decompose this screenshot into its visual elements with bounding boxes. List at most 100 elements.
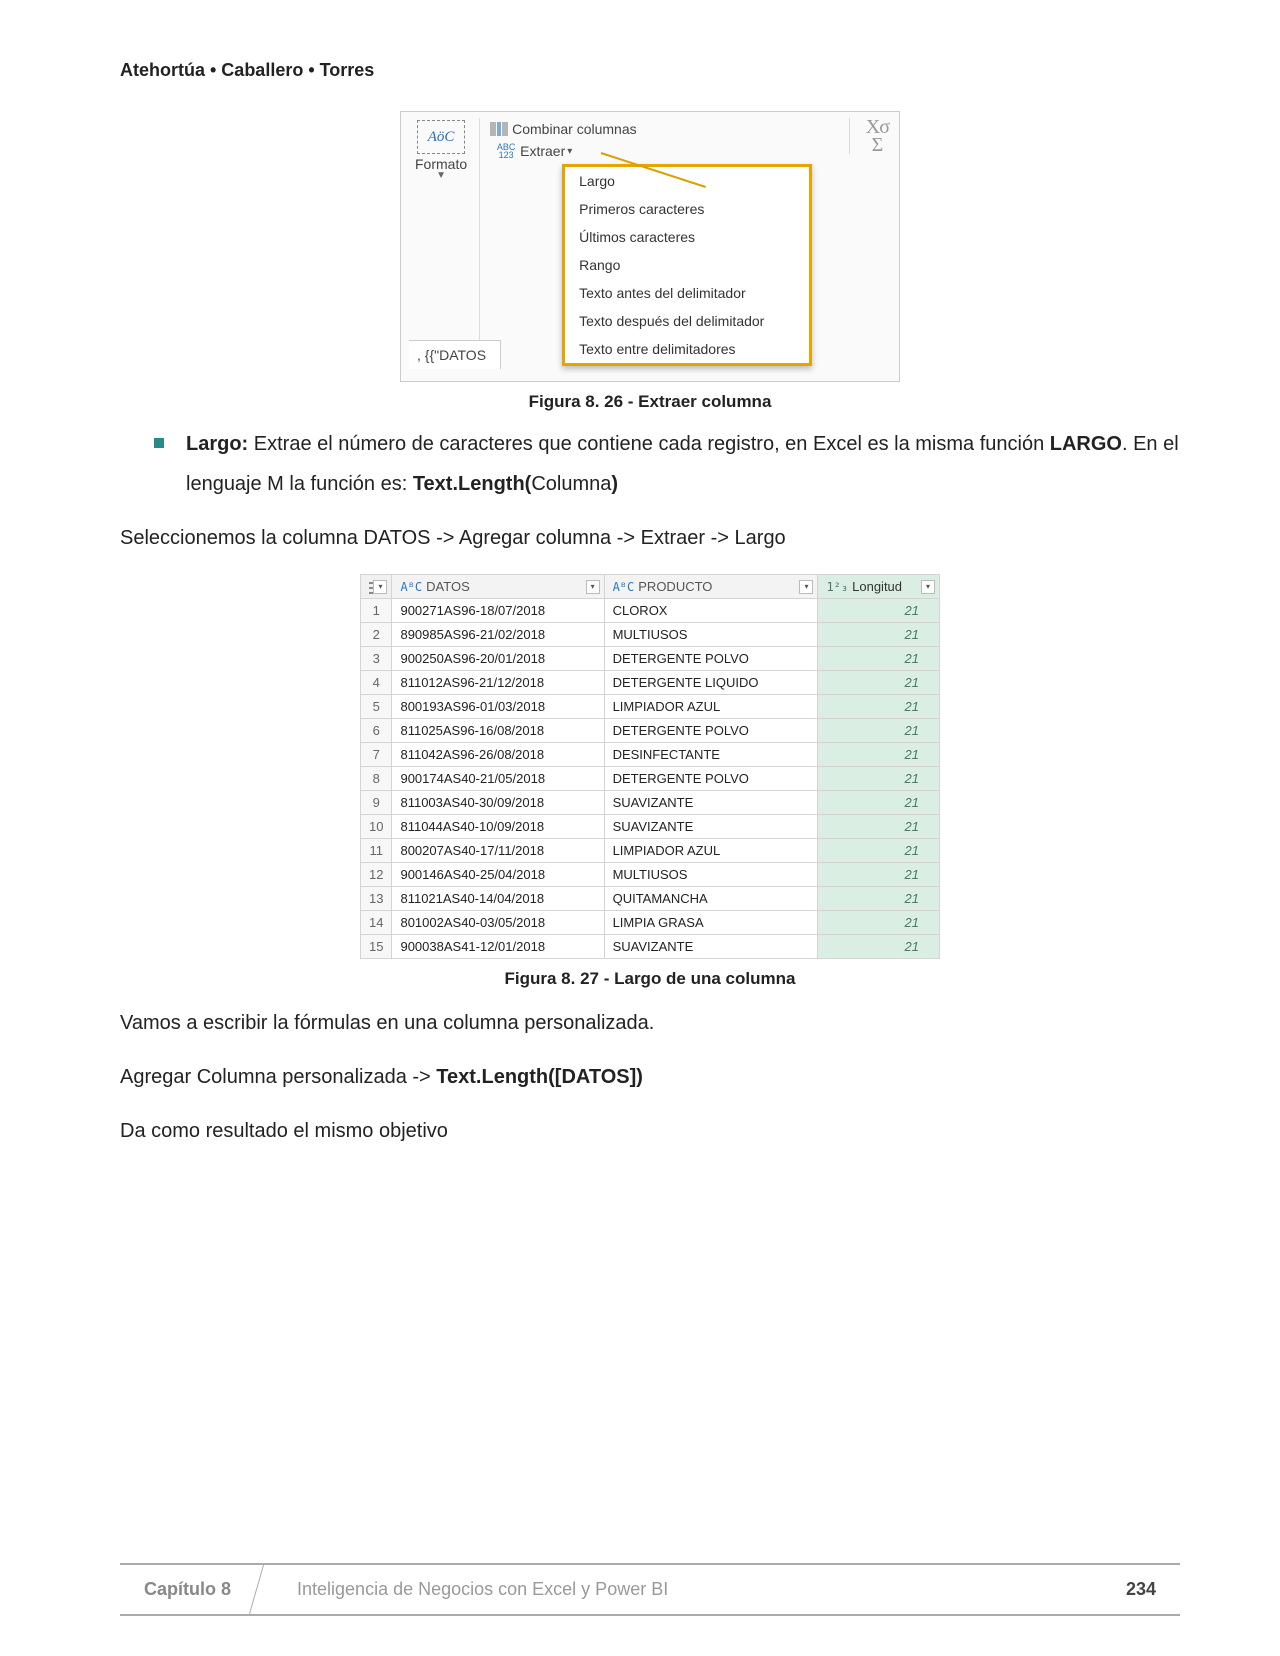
- col-header-longitud[interactable]: 1²₃Longitud ▾: [818, 575, 940, 599]
- table-row[interactable]: 6811025AS96-16/08/2018DETERGENTE POLVO21: [361, 719, 940, 743]
- cell-longitud: 21: [818, 815, 940, 839]
- extract-button[interactable]: ABC123 Extraer ▾: [490, 140, 576, 162]
- cell-datos: 890985AS96-21/02/2018: [392, 623, 604, 647]
- table-row[interactable]: 9811003AS40-30/09/2018SUAVIZANTE21: [361, 791, 940, 815]
- paragraph-select-steps: Seleccionemos la columna DATOS -> Agrega…: [120, 518, 1180, 558]
- table-row[interactable]: 13811021AS40-14/04/2018QUITAMANCHA21: [361, 887, 940, 911]
- row-index: 5: [361, 695, 392, 719]
- cell-producto: QUITAMANCHA: [604, 887, 818, 911]
- footer-title: Inteligencia de Negocios con Excel y Pow…: [297, 1579, 668, 1600]
- cell-producto: DESINFECTANTE: [604, 743, 818, 767]
- cell-datos: 900250AS96-20/01/2018: [392, 647, 604, 671]
- col-header-index[interactable]: ▾: [361, 575, 392, 599]
- cell-producto: MULTIUSOS: [604, 623, 818, 647]
- row-index: 14: [361, 911, 392, 935]
- col-header-producto[interactable]: AᴮCPRODUCTO ▾: [604, 575, 818, 599]
- table-row[interactable]: 4811012AS96-21/12/2018DETERGENTE LIQUIDO…: [361, 671, 940, 695]
- cell-producto: LIMPIADOR AZUL: [604, 695, 818, 719]
- cell-datos: 811042AS96-26/08/2018: [392, 743, 604, 767]
- cell-datos: 800207AS40-17/11/2018: [392, 839, 604, 863]
- table-row[interactable]: 11800207AS40-17/11/2018LIMPIADOR AZUL21: [361, 839, 940, 863]
- chevron-down-icon[interactable]: ▾: [586, 580, 600, 594]
- table-row[interactable]: 5800193AS96-01/03/2018LIMPIADOR AZUL21: [361, 695, 940, 719]
- extract-menu: Largo Primeros caracteres Últimos caract…: [562, 164, 812, 366]
- menu-item-after-delim[interactable]: Texto después del delimitador: [565, 307, 809, 335]
- table-row[interactable]: 3900250AS96-20/01/2018DETERGENTE POLVO21: [361, 647, 940, 671]
- cell-longitud: 21: [818, 695, 940, 719]
- menu-item-before-delim[interactable]: Texto antes del delimitador: [565, 279, 809, 307]
- type-text-icon: AᴮC: [400, 580, 422, 594]
- combine-label: Combinar columnas: [512, 121, 637, 137]
- cell-producto: DETERGENTE POLVO: [604, 647, 818, 671]
- row-index: 13: [361, 887, 392, 911]
- figure-caption-26: Figura 8. 26 - Extraer columna: [120, 392, 1180, 412]
- cell-producto: MULTIUSOS: [604, 863, 818, 887]
- row-index: 11: [361, 839, 392, 863]
- cell-longitud: 21: [818, 791, 940, 815]
- figure-caption-27: Figura 8. 27 - Largo de una columna: [120, 969, 1180, 989]
- cell-datos: 900174AS40-21/05/2018: [392, 767, 604, 791]
- cell-datos: 811003AS40-30/09/2018: [392, 791, 604, 815]
- row-index: 7: [361, 743, 392, 767]
- table-row[interactable]: 2890985AS96-21/02/2018MULTIUSOS21: [361, 623, 940, 647]
- row-index: 3: [361, 647, 392, 671]
- chevron-down-icon[interactable]: ▾: [799, 580, 813, 594]
- chevron-down-icon[interactable]: ▾: [921, 580, 935, 594]
- table-row[interactable]: 7811042AS96-26/08/2018DESINFECTANTE21: [361, 743, 940, 767]
- row-index: 9: [361, 791, 392, 815]
- cell-longitud: 21: [818, 767, 940, 791]
- cell-datos: 811044AS40-10/09/2018: [392, 815, 604, 839]
- col-header-datos[interactable]: AᴮCDATOS ▾: [392, 575, 604, 599]
- cell-producto: DETERGENTE POLVO: [604, 767, 818, 791]
- menu-item-ultimos[interactable]: Últimos caracteres: [565, 223, 809, 251]
- cell-datos: 801002AS40-03/05/2018: [392, 911, 604, 935]
- row-index: 12: [361, 863, 392, 887]
- row-index: 10: [361, 815, 392, 839]
- combine-icon: [490, 122, 508, 136]
- cell-producto: SUAVIZANTE: [604, 815, 818, 839]
- table-row[interactable]: 14801002AS40-03/05/2018LIMPIA GRASA21: [361, 911, 940, 935]
- table-row[interactable]: 1900271AS96-18/07/2018CLOROX21: [361, 599, 940, 623]
- row-index: 1: [361, 599, 392, 623]
- cell-datos: 811021AS40-14/04/2018: [392, 887, 604, 911]
- cell-producto: DETERGENTE LIQUIDO: [604, 671, 818, 695]
- page-header-authors: Atehortúa • Caballero • Torres: [120, 60, 1180, 81]
- cell-producto: CLOROX: [604, 599, 818, 623]
- page-footer: Capítulo 8 Inteligencia de Negocios con …: [120, 1563, 1180, 1616]
- format-button[interactable]: AöC Formato ▼: [409, 118, 473, 183]
- row-index: 8: [361, 767, 392, 791]
- cell-producto: LIMPIADOR AZUL: [604, 839, 818, 863]
- cell-longitud: 21: [818, 623, 940, 647]
- bullet-text: Largo: Extrae el número de caracteres qu…: [186, 424, 1180, 504]
- table-row[interactable]: 10811044AS40-10/09/2018SUAVIZANTE21: [361, 815, 940, 839]
- row-index: 15: [361, 935, 392, 959]
- cell-datos: 900038AS41-12/01/2018: [392, 935, 604, 959]
- chevron-down-icon[interactable]: ▾: [373, 580, 387, 594]
- table-row[interactable]: 12900146AS40-25/04/2018MULTIUSOS21: [361, 863, 940, 887]
- paragraph-formula: Vamos a escribir la fórmulas en una colu…: [120, 1003, 1180, 1043]
- table-row[interactable]: 8900174AS40-21/05/2018DETERGENTE POLVO21: [361, 767, 940, 791]
- cell-longitud: 21: [818, 863, 940, 887]
- menu-item-between-delim[interactable]: Texto entre delimitadores: [565, 335, 809, 363]
- type-number-icon: 1²₃: [826, 580, 848, 594]
- paragraph-result: Da como resultado el mismo objetivo: [120, 1111, 1180, 1151]
- row-index: 2: [361, 623, 392, 647]
- statistics-icon: Χσ Σ: [849, 118, 889, 154]
- paragraph-add-column: Agregar Columna personalizada -> Text.Le…: [120, 1057, 1180, 1097]
- footer-page-number: 234: [1126, 1579, 1156, 1600]
- bullet-icon: [154, 438, 164, 448]
- cell-longitud: 21: [818, 599, 940, 623]
- chevron-down-icon: ▾: [567, 146, 572, 157]
- table-row[interactable]: 15900038AS41-12/01/2018SUAVIZANTE21: [361, 935, 940, 959]
- row-index: 4: [361, 671, 392, 695]
- cell-producto: SUAVIZANTE: [604, 791, 818, 815]
- menu-item-primeros[interactable]: Primeros caracteres: [565, 195, 809, 223]
- menu-item-rango[interactable]: Rango: [565, 251, 809, 279]
- cell-datos: 900146AS40-25/04/2018: [392, 863, 604, 887]
- cell-datos: 800193AS96-01/03/2018: [392, 695, 604, 719]
- cell-datos: 811025AS96-16/08/2018: [392, 719, 604, 743]
- combine-columns-button[interactable]: Combinar columnas: [490, 118, 891, 140]
- cell-producto: SUAVIZANTE: [604, 935, 818, 959]
- cell-producto: DETERGENTE POLVO: [604, 719, 818, 743]
- footer-chapter: Capítulo 8: [144, 1579, 257, 1600]
